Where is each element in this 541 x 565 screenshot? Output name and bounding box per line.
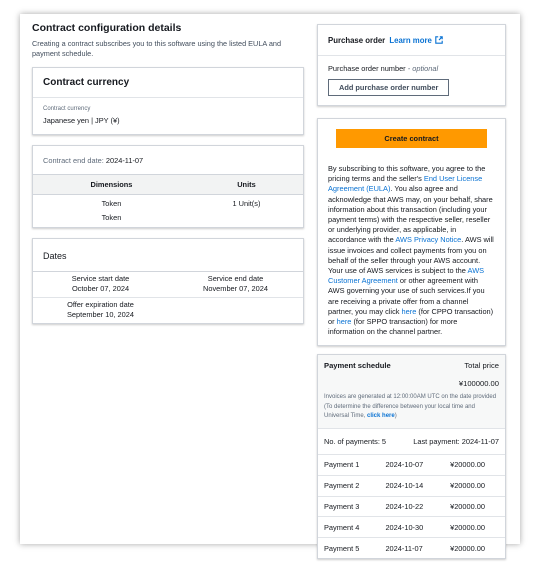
payment-count: No. of payments: 5 (324, 436, 387, 446)
learn-more-link[interactable]: Learn more (389, 36, 443, 45)
currency-value: Japanese yen | JPY (¥) (43, 116, 120, 125)
service-end-value: November 07, 2024 (203, 284, 268, 293)
purchase-order-heading: Purchase order (328, 36, 386, 45)
invoice-note: Invoices are generated at 12:00:00AM UTC… (318, 388, 505, 428)
dimension-cell: Token (101, 213, 122, 222)
learn-more-label: Learn more (389, 36, 432, 45)
table-row: Payment 3 2024-10-22 ¥20000.00 (318, 495, 505, 517)
last-payment: Last payment: 2024-11-07 (413, 436, 499, 446)
payment-header: Payment schedule Total price (318, 355, 505, 370)
units-cell (190, 211, 303, 227)
payment-name: Payment 1 (318, 453, 380, 476)
payment-name: Payment 5 (318, 537, 380, 559)
po-number-label: Purchase order number (328, 64, 406, 73)
table-row: Token (33, 211, 303, 227)
currency-card-heading: Contract currency (33, 68, 303, 98)
dates-card: Dates Service start date October 07, 202… (32, 238, 304, 324)
external-link-icon (435, 36, 443, 44)
dates-heading: Dates (43, 251, 67, 261)
service-end-label: Service end date (207, 274, 264, 283)
end-date-card: Contract end date: 2024-11-07 Dimensions… (32, 145, 304, 228)
payment-date: 2024-10-07 (379, 453, 445, 476)
payment-amount: ¥20000.00 (444, 453, 505, 476)
dimensions-table: Dimensions Units Token 1 Unit(s) Token (33, 174, 303, 227)
payment-name: Payment 3 (318, 495, 380, 517)
invoice-note-text: Invoices are generated at 12:00:00AM UTC… (324, 394, 497, 420)
dimensions-header: Dimensions (33, 174, 190, 195)
offer-expiration: Offer expiration date September 10, 2024 (33, 298, 168, 323)
dates-grid: Service start date October 07, 2024 Serv… (33, 271, 303, 323)
payment-amount: ¥20000.00 (444, 495, 505, 517)
service-start: Service start date October 07, 2024 (33, 272, 168, 298)
purchase-order-card: Purchase order Learn more Purchase order… (317, 24, 506, 106)
create-contract-button[interactable]: Create contract (336, 129, 487, 148)
cppo-here-link[interactable]: here (402, 307, 417, 316)
table-row: Token 1 Unit(s) (33, 195, 303, 212)
payment-date: 2024-11-07 (379, 537, 445, 559)
payment-amount: ¥20000.00 (444, 516, 505, 538)
payment-amount: ¥20000.00 (444, 537, 505, 559)
payment-name: Payment 4 (318, 516, 380, 538)
po-optional: - optional (407, 64, 439, 73)
payment-date: 2024-10-22 (379, 495, 445, 517)
contract-config-section: Contract configuration details Creating … (32, 22, 304, 324)
table-row: Payment 1 2024-10-07 ¥20000.00 (318, 453, 505, 476)
service-end: Service end date November 07, 2024 (168, 272, 303, 298)
add-purchase-order-button[interactable]: Add purchase order number (328, 79, 450, 96)
privacy-notice-link[interactable]: AWS Privacy Notice (395, 235, 461, 244)
end-date-row: Contract end date: 2024-11-07 (33, 146, 303, 174)
service-start-label: Service start date (71, 274, 130, 283)
utc-click-here-link[interactable]: click here (367, 413, 395, 419)
empty-cell (168, 298, 303, 323)
end-date-label: Contract end date: (43, 156, 104, 165)
units-cell: 1 Unit(s) (232, 199, 261, 208)
offer-expiration-label: Offer expiration date (67, 300, 134, 309)
create-contract-card: Create contract By subscribing to this s… (317, 118, 506, 347)
legal-text: By subscribing to this software, you agr… (328, 164, 495, 337)
dimension-cell: Token (101, 199, 122, 208)
total-price-value: ¥100000.00 (458, 379, 499, 389)
purchase-order-header: Purchase order Learn more (318, 25, 505, 56)
payment-schedule-heading: Payment schedule (324, 361, 391, 371)
payment-table: Payment 1 2024-10-07 ¥20000.00 Payment 2… (318, 453, 505, 559)
table-row: Payment 5 2024-11-07 ¥20000.00 (318, 537, 505, 559)
payment-date: 2024-10-14 (379, 474, 445, 497)
units-header: Units (189, 174, 303, 195)
page-subtitle: Creating a contract subscribes you to th… (32, 39, 282, 58)
payment-date: 2024-10-30 (379, 516, 445, 538)
invoice-note-text: ) (394, 413, 397, 420)
service-start-value: October 07, 2024 (71, 284, 130, 293)
offer-expiration-value: September 10, 2024 (67, 310, 134, 319)
currency-card: Contract currency Contract currency Japa… (32, 67, 304, 135)
payment-schedule-card: Payment schedule Total price ¥100000.00 … (317, 354, 506, 560)
right-column: Purchase order Learn more Purchase order… (317, 24, 506, 560)
currency-label: Contract currency (43, 106, 91, 112)
table-row: Payment 4 2024-10-30 ¥20000.00 (318, 516, 505, 538)
total-price-label: Total price (464, 361, 499, 371)
payment-summary-row: No. of payments: 5 Last payment: 2024-11… (318, 427, 505, 454)
payment-amount: ¥20000.00 (444, 474, 505, 497)
payment-name: Payment 2 (318, 474, 380, 497)
table-row: Payment 2 2024-10-14 ¥20000.00 (318, 474, 505, 497)
page-title: Contract configuration details (32, 22, 182, 34)
sppo-here-link[interactable]: here (337, 317, 352, 326)
end-date-value: 2024-11-07 (105, 156, 144, 165)
